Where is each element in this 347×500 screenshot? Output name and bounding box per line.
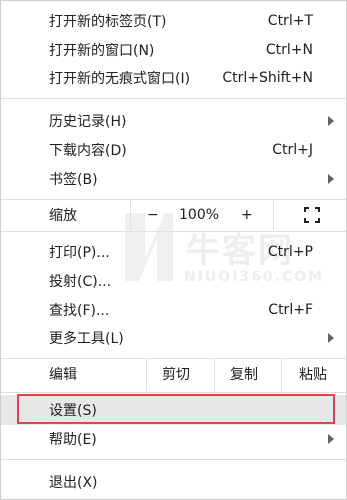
zoom-level: 100%	[179, 207, 220, 223]
menu-item-label: 打开新的无痕式窗口(I)	[49, 71, 191, 87]
menu-divider	[1, 392, 346, 393]
menu-item-find[interactable]: 查找(F)... Ctrl+F	[1, 296, 346, 324]
copy-button[interactable]: 复制	[230, 364, 258, 384]
menu-item-shortcut: Ctrl+T	[267, 13, 313, 29]
menu-item-bookmarks[interactable]: 书签(B)	[1, 165, 346, 193]
menu-item-label: 退出(X)	[49, 475, 98, 491]
paste-button[interactable]: 粘贴	[299, 364, 327, 384]
zoom-divider	[130, 200, 131, 230]
zoom-out-button[interactable]: −	[147, 207, 159, 223]
submenu-arrow-icon	[328, 116, 334, 126]
menu-divider	[1, 98, 346, 99]
menu-item-label: 书签(B)	[49, 172, 98, 188]
menu-item-label: 更多工具(L)	[49, 331, 124, 347]
menu-divider	[1, 459, 346, 460]
menu-item-label: 历史记录(H)	[49, 114, 127, 130]
menu-item-new-window[interactable]: 打开新的窗口(N) Ctrl+N	[1, 36, 346, 64]
menu-item-shortcut: Ctrl+Shift+N	[222, 70, 313, 86]
cut-button[interactable]: 剪切	[162, 364, 190, 384]
menu-item-label: 打印(P)...	[49, 245, 110, 261]
edit-divider	[214, 359, 215, 391]
menu-item-print[interactable]: 打印(P)... Ctrl+P	[1, 238, 346, 266]
menu-item-more-tools[interactable]: 更多工具(L)	[1, 324, 346, 352]
edit-divider	[281, 359, 282, 391]
menu-item-shortcut: Ctrl+J	[272, 142, 313, 158]
menu-item-history[interactable]: 历史记录(H)	[1, 107, 346, 135]
menu-item-exit[interactable]: 退出(X)	[1, 468, 346, 496]
menu-item-label: 打开新的标签页(T)	[49, 14, 167, 30]
menu-item-new-tab[interactable]: 打开新的标签页(T) Ctrl+T	[1, 7, 346, 35]
menu-item-shortcut: Ctrl+F	[268, 302, 313, 318]
menu-divider	[1, 231, 346, 232]
menu-item-downloads[interactable]: 下载内容(D) Ctrl+J	[1, 136, 346, 164]
edit-divider	[146, 359, 147, 391]
submenu-arrow-icon	[328, 434, 334, 444]
menu-item-help[interactable]: 帮助(E)	[1, 425, 346, 453]
zoom-row: 缩放 − 100% +	[1, 200, 346, 230]
edit-row: 编辑 剪切 复制 粘贴	[1, 359, 346, 391]
browser-main-menu: 牛客网 NIUQI360.COM 打开新的标签页(T) Ctrl+T 打开新的窗…	[0, 0, 347, 500]
zoom-in-button[interactable]: +	[241, 207, 253, 223]
edit-label: 编辑	[49, 367, 77, 383]
menu-item-label: 下载内容(D)	[49, 143, 127, 159]
menu-item-cast[interactable]: 投射(C)...	[1, 267, 346, 295]
zoom-label: 缩放	[49, 208, 77, 224]
menu-item-new-incognito-window[interactable]: 打开新的无痕式窗口(I) Ctrl+Shift+N	[1, 64, 346, 92]
annotation-highlight-box	[17, 394, 335, 424]
menu-item-label: 帮助(E)	[49, 432, 97, 448]
menu-item-shortcut: Ctrl+P	[267, 244, 313, 260]
menu-item-shortcut: Ctrl+N	[265, 42, 313, 58]
menu-item-label: 投射(C)...	[49, 274, 112, 290]
zoom-divider	[273, 200, 274, 230]
fullscreen-icon[interactable]	[304, 207, 320, 223]
submenu-arrow-icon	[328, 174, 334, 184]
menu-item-label: 打开新的窗口(N)	[49, 43, 155, 59]
submenu-arrow-icon	[328, 333, 334, 343]
menu-item-label: 查找(F)...	[49, 303, 110, 319]
